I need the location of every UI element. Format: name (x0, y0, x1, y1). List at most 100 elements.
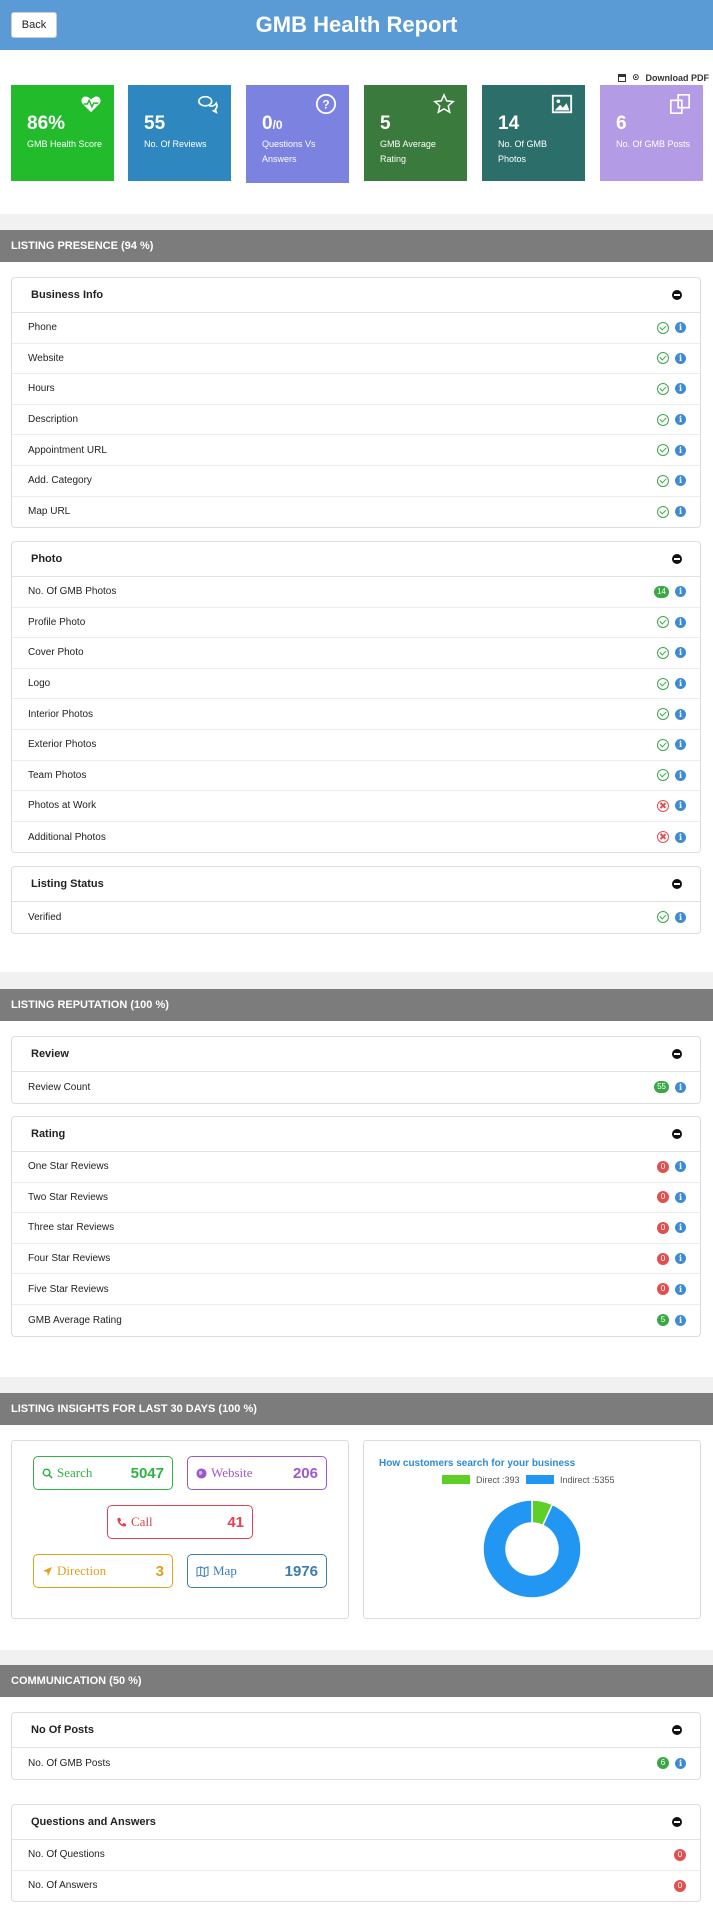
info-icon[interactable]: i (675, 444, 686, 456)
search-stat[interactable]: Search 5047 (33, 1456, 173, 1490)
info-icon[interactable]: i (675, 678, 686, 690)
info-icon[interactable]: i (675, 1757, 686, 1769)
list-item: Appointment URL i (12, 435, 700, 466)
box-header[interactable]: Business Info (12, 278, 700, 313)
collapse-icon[interactable] (672, 1129, 682, 1139)
info-icon[interactable]: i (675, 506, 686, 518)
info-icon[interactable]: i (675, 911, 686, 923)
info-icon[interactable]: i (675, 1314, 686, 1326)
collapse-icon[interactable] (672, 1049, 682, 1059)
collapse-icon[interactable] (672, 554, 682, 564)
box-header[interactable]: Photo (12, 542, 700, 577)
legend-label: Indirect :5355 (560, 1475, 615, 1485)
svg-text:?: ? (322, 98, 329, 112)
box-header[interactable]: Listing Status (12, 867, 700, 902)
item-label: Hours (28, 383, 55, 395)
info-icon[interactable]: i (675, 322, 686, 334)
collapse-icon[interactable] (672, 1725, 682, 1735)
globe-icon (196, 1467, 207, 1479)
list-item: Three star Reviews 0 i (12, 1213, 700, 1244)
legend-label: Direct :393 (476, 1475, 520, 1485)
list-item: Interior Photos i (12, 699, 700, 730)
collapse-icon[interactable] (672, 879, 682, 889)
back-button[interactable]: Back (11, 12, 57, 38)
box-header[interactable]: No Of Posts (12, 1713, 700, 1748)
item-label: No. Of GMB Posts (28, 1757, 111, 1769)
phone-icon (117, 1517, 127, 1526)
list-item: Add. Category i (12, 466, 700, 497)
info-icon[interactable]: i (675, 1222, 686, 1234)
info-icon[interactable]: i (675, 352, 686, 364)
map-stat[interactable]: Map 1976 (187, 1554, 327, 1588)
check-icon (657, 321, 669, 334)
website-stat[interactable]: Website 206 (187, 1456, 327, 1490)
info-icon[interactable]: i (675, 831, 686, 843)
info-icon[interactable]: i (675, 800, 686, 812)
item-label: No. Of Answers (28, 1880, 98, 1892)
item-label: Phone (28, 322, 57, 334)
info-icon[interactable]: i (675, 616, 686, 628)
call-stat[interactable]: Call 41 (107, 1505, 253, 1539)
list-item: Phone i (12, 313, 700, 344)
item-label: Verified (28, 911, 62, 923)
posts-box: No Of Posts No. Of GMB Posts 6 i (11, 1712, 701, 1780)
info-icon[interactable]: i (675, 383, 686, 395)
count-badge: 14 (654, 585, 669, 598)
list-item: Website i (12, 344, 700, 375)
list-item: Description i (12, 405, 700, 436)
review-box: Review Review Count 55 i (11, 1036, 701, 1104)
count-badge: 55 (654, 1081, 669, 1094)
count-badge: 0 (657, 1191, 669, 1204)
item-label: Website (28, 352, 64, 364)
info-icon[interactable]: i (675, 1191, 686, 1203)
list-item: Map URL i (12, 497, 700, 528)
item-label: One Star Reviews (28, 1161, 109, 1173)
card-value: 14 (498, 113, 520, 134)
list-item: GMB Average Rating 5 i (12, 1305, 700, 1336)
card-label: GMB Health Score (27, 139, 103, 149)
info-icon[interactable]: i (675, 475, 686, 487)
info-icon[interactable]: i (675, 769, 686, 781)
list-item: Exterior Photos i (12, 730, 700, 761)
item-label: Interior Photos (28, 708, 94, 720)
comments-icon (197, 93, 219, 115)
copy-icon (669, 93, 691, 115)
stat-card: ? 0/0 Questions Vs Answers (246, 85, 349, 183)
download-pdf-link[interactable]: ⊙ Download PDF (617, 72, 709, 83)
list-item: No. Of Questions 0 (12, 1840, 700, 1871)
info-icon[interactable]: i (675, 708, 686, 720)
count-badge: 0 (657, 1221, 669, 1234)
card-label: No. Of Reviews (144, 139, 207, 149)
calendar-icon[interactable] (617, 73, 626, 82)
listing-status-box: Listing Status Verified i (11, 866, 701, 934)
box-header[interactable]: Rating (12, 1117, 700, 1152)
check-icon (657, 738, 669, 751)
card-value: 55 (144, 113, 166, 134)
card-label: GMB Average Rating (380, 139, 436, 164)
info-icon[interactable]: i (675, 414, 686, 426)
item-label: Review Count (28, 1081, 91, 1093)
info-icon[interactable]: i (675, 1161, 686, 1173)
heartbeat-icon (80, 93, 102, 115)
box-header[interactable]: Review (12, 1037, 700, 1072)
collapse-icon[interactable] (672, 1817, 682, 1827)
list-item: Logo i (12, 669, 700, 700)
info-icon[interactable]: i (675, 1081, 686, 1093)
collapse-icon[interactable] (672, 290, 682, 300)
info-icon[interactable]: i (675, 586, 686, 598)
list-item: No. Of Answers 0 (12, 1871, 700, 1902)
direction-stat[interactable]: Direction 3 (33, 1554, 173, 1588)
list-item: Four Star Reviews 0 i (12, 1244, 700, 1275)
box-header[interactable]: Questions and Answers (12, 1805, 700, 1840)
list-item: Five Star Reviews 0 i (12, 1274, 700, 1305)
item-label: Three star Reviews (28, 1222, 115, 1234)
image-icon (551, 93, 573, 115)
stat-card: 55 No. Of Reviews (128, 85, 231, 181)
info-icon[interactable]: i (675, 647, 686, 659)
donut-slice-indirect[interactable] (482, 1499, 582, 1599)
info-icon[interactable]: i (675, 1283, 686, 1295)
info-icon[interactable]: i (675, 1253, 686, 1265)
list-item: Photos at Work i (12, 791, 700, 822)
check-icon (657, 677, 669, 690)
info-icon[interactable]: i (675, 739, 686, 751)
